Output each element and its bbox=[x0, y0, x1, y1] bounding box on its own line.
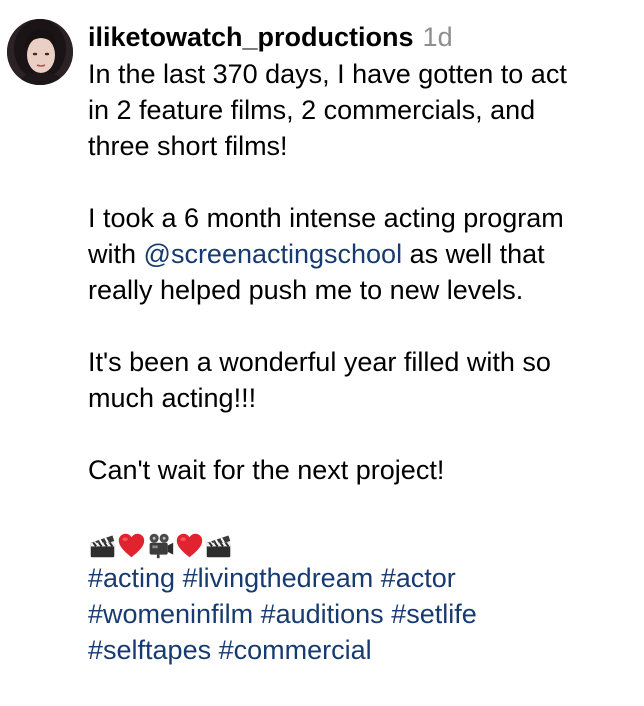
hashtags-line: #womeninfilm #auditions #setlife bbox=[88, 596, 633, 632]
hashtags-line: #acting #livingthedream #actor bbox=[88, 560, 633, 596]
hashtag-link[interactable]: #auditions bbox=[261, 599, 384, 629]
caption-line: much acting!!! bbox=[88, 383, 257, 413]
username-link[interactable]: iliketowatch_productions bbox=[88, 22, 414, 52]
movie-camera-icon bbox=[149, 533, 174, 559]
paragraph-break bbox=[88, 488, 633, 524]
caption-line: really helped push me to new levels. bbox=[88, 275, 524, 305]
emoji-row bbox=[88, 524, 633, 560]
caption-line: It's been a wonderful year filled with s… bbox=[88, 347, 551, 377]
caption-line: Can't wait for the next project! bbox=[88, 455, 445, 485]
instagram-comment: iliketowatch_productions 1d In the last 3… bbox=[0, 0, 644, 706]
caption-text: with bbox=[88, 239, 144, 269]
hashtag-link[interactable]: #commercial bbox=[219, 635, 372, 665]
timestamp[interactable]: 1d bbox=[423, 22, 453, 52]
caption-line: in 2 feature films, 2 commercials, and bbox=[88, 95, 536, 125]
hashtag-link[interactable]: #selftapes bbox=[88, 635, 211, 665]
hashtag-link[interactable]: #acting bbox=[88, 563, 175, 593]
paragraph-break bbox=[88, 308, 633, 344]
clapper-board-icon bbox=[90, 535, 115, 558]
paragraph-break bbox=[88, 416, 633, 452]
hashtag-link[interactable]: #setlife bbox=[391, 599, 477, 629]
hashtag-link[interactable]: #livingthedream bbox=[183, 563, 374, 593]
avatar-image bbox=[7, 19, 73, 85]
caption-text: as well that bbox=[402, 239, 545, 269]
clapper-board-icon bbox=[206, 535, 231, 558]
comment-body: iliketowatch_productions 1d In the last 3… bbox=[88, 18, 633, 668]
avatar[interactable] bbox=[7, 19, 73, 85]
hashtag-link[interactable]: #womeninfilm bbox=[88, 599, 253, 629]
caption-line: In the last 370 days, I have gotten to a… bbox=[88, 59, 567, 89]
caption-line-with-mention: with @screenactingschool as well that bbox=[88, 236, 633, 272]
red-heart-icon bbox=[118, 533, 145, 558]
caption-line: I took a 6 month intense acting program bbox=[88, 203, 564, 233]
comment-header: iliketowatch_productions 1d bbox=[88, 18, 633, 56]
paragraph-break bbox=[88, 164, 633, 200]
caption-line: three short films! bbox=[88, 131, 288, 161]
red-heart-icon bbox=[176, 533, 203, 558]
mention-link[interactable]: @screenactingschool bbox=[144, 239, 403, 269]
hashtag-link[interactable]: #actor bbox=[381, 563, 456, 593]
hashtags-line: #selftapes #commercial bbox=[88, 632, 633, 668]
